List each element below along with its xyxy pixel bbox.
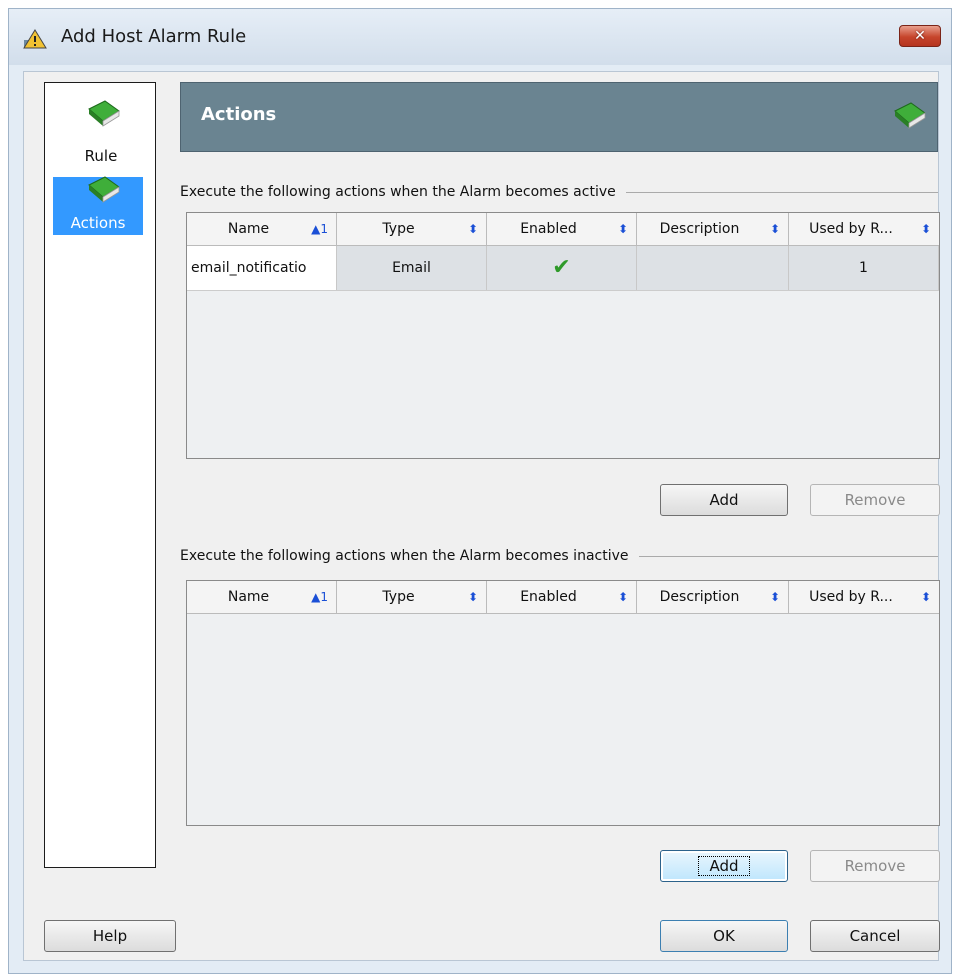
sort-ascending-icon: ▲1 [311,590,328,604]
sort-updown-icon: ⬍ [920,222,931,236]
table-row[interactable]: email_notificatio Email ✔ 1 [187,246,939,291]
alarm-rule-icon [23,29,47,49]
group-divider [638,555,938,557]
cell-description[interactable] [637,246,789,290]
section-title: Actions [201,104,277,125]
table-header: Name ▲1 Type ⬍ Enabled ⬍ Description ⬍ U… [187,581,939,614]
remove-active-action-button[interactable]: Remove [810,484,940,516]
column-label: Enabled [520,589,577,605]
close-button[interactable]: ✕ [899,25,941,47]
book-icon [88,176,120,203]
window-title: Add Host Alarm Rule [61,26,247,47]
column-header-enabled[interactable]: Enabled ⬍ [487,213,637,245]
title-bar[interactable]: Add Host Alarm Rule ✕ [9,9,951,65]
nav-label-rule: Rule [84,147,118,165]
column-label: Description [659,221,740,237]
nav-label-actions: Actions [53,211,143,235]
column-header-description[interactable]: Description ⬍ [637,581,789,613]
column-label: Description [659,589,740,605]
section-header: Actions [180,82,938,152]
column-header-name[interactable]: Name ▲1 [187,581,337,613]
sort-updown-icon: ⬍ [769,590,780,604]
column-header-name[interactable]: Name ▲1 [187,213,337,245]
group-divider [625,191,938,193]
column-header-used-by[interactable]: Used by R... ⬍ [789,581,939,613]
active-group-text: Execute the following actions when the A… [180,184,616,200]
ok-button[interactable]: OK [660,920,788,952]
inactive-group-label: Execute the following actions when the A… [180,548,938,564]
column-label: Type [382,221,415,237]
dialog-window: Add Host Alarm Rule ✕ Rule Actions Actio… [8,8,952,974]
active-actions-table: Name ▲1 Type ⬍ Enabled ⬍ Description ⬍ U… [186,212,940,459]
sort-updown-icon: ⬍ [467,222,478,236]
cancel-button[interactable]: Cancel [810,920,940,952]
inactive-actions-table: Name ▲1 Type ⬍ Enabled ⬍ Description ⬍ U… [186,580,940,826]
sort-updown-icon: ⬍ [920,590,931,604]
column-label: Type [382,589,415,605]
sort-ascending-icon: ▲1 [311,222,328,236]
book-icon [894,102,926,129]
add-active-action-button[interactable]: Add [660,484,788,516]
column-label: Enabled [520,221,577,237]
sort-updown-icon: ⬍ [769,222,780,236]
cell-used-by[interactable]: 1 [789,246,939,290]
column-label: Name [227,589,270,605]
column-header-type[interactable]: Type ⬍ [337,213,487,245]
sort-updown-icon: ⬍ [617,590,628,604]
column-label: Used by R... [809,221,893,237]
cell-enabled[interactable]: ✔ [487,246,637,290]
table-body: email_notificatio Email ✔ 1 [187,246,939,291]
inactive-group-text: Execute the following actions when the A… [180,548,629,564]
column-header-enabled[interactable]: Enabled ⬍ [487,581,637,613]
book-icon [88,100,120,127]
column-header-type[interactable]: Type ⬍ [337,581,487,613]
add-inactive-action-button[interactable]: Add [660,850,788,882]
cell-type[interactable]: Email [337,246,487,290]
close-icon: ✕ [914,28,926,44]
dialog-content: Rule Actions Actions Execute the followi… [23,71,940,961]
column-label: Used by R... [809,589,893,605]
active-group-label: Execute the following actions when the A… [180,184,938,200]
table-header: Name ▲1 Type ⬍ Enabled ⬍ Description ⬍ U… [187,213,939,246]
help-button[interactable]: Help [44,920,176,952]
checkmark-icon: ✔ [552,255,571,280]
column-header-description[interactable]: Description ⬍ [637,213,789,245]
remove-inactive-action-button[interactable]: Remove [810,850,940,882]
nav-item-actions[interactable]: Actions [49,176,153,257]
nav-panel: Rule Actions [44,82,156,868]
add-inactive-label: Add [698,856,750,876]
column-label: Name [227,221,270,237]
cell-name[interactable]: email_notificatio [187,246,337,290]
sort-updown-icon: ⬍ [617,222,628,236]
column-header-used-by[interactable]: Used by R... ⬍ [789,213,939,245]
sort-updown-icon: ⬍ [467,590,478,604]
